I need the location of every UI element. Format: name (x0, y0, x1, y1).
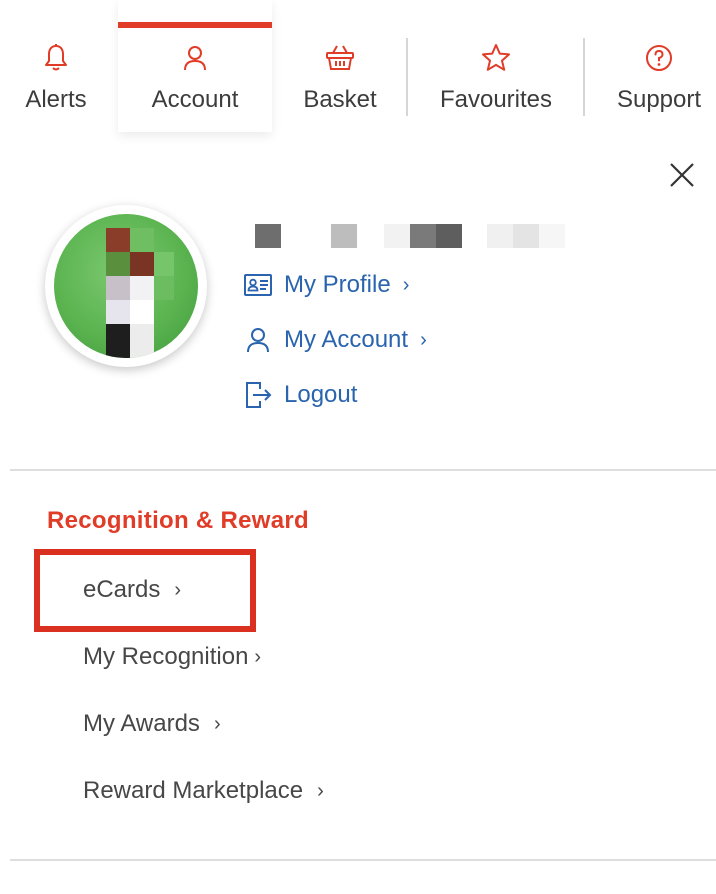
nav-label: Favourites (439, 86, 553, 113)
menu-item-label: My Awards (83, 710, 200, 737)
nav-support[interactable]: Support (596, 0, 716, 132)
close-icon[interactable] (664, 157, 700, 193)
nav-basket[interactable]: Basket (276, 0, 404, 132)
menu-item-my-awards[interactable]: My Awards › (83, 706, 221, 742)
nav-favourites[interactable]: Favourites (408, 0, 584, 132)
section-title: Recognition & Reward (47, 507, 310, 534)
nav-label: Alerts (25, 86, 87, 113)
highlight-box (34, 549, 256, 632)
user-icon (247, 328, 269, 353)
user-icon (184, 46, 206, 71)
avatar-image (54, 214, 198, 358)
id-card-icon (244, 274, 272, 296)
nav-separator (583, 38, 585, 116)
nav-account[interactable]: Account (118, 0, 272, 132)
star-icon (482, 44, 510, 71)
chevron-right-icon: › (213, 712, 221, 735)
section-divider (10, 859, 716, 861)
chevron-right-icon: › (420, 328, 427, 351)
chevron-right-icon: › (254, 645, 262, 668)
nav-alerts[interactable]: Alerts (0, 0, 112, 132)
avatar (45, 205, 207, 367)
chevron-right-icon: › (317, 779, 324, 802)
logout-icon (246, 382, 272, 408)
nav-label: Account (151, 86, 239, 113)
chevron-right-icon: › (402, 273, 410, 296)
my-account-label: My Account (284, 326, 409, 353)
menu-item-label: My Recognition (83, 643, 249, 670)
menu-item-reward-marketplace[interactable]: Reward Marketplace › (83, 773, 324, 809)
menu-item-my-recognition[interactable]: My Recognition › (83, 639, 261, 675)
section-divider (10, 469, 716, 471)
basket-icon (326, 45, 354, 70)
nav-label: Basket (303, 86, 377, 113)
my-profile-link[interactable]: My Profile › (242, 265, 409, 305)
top-nav: Alerts Account Basket Favourites Support (0, 0, 716, 135)
my-profile-label: My Profile (284, 271, 391, 298)
active-tab-indicator (118, 22, 272, 28)
nav-label: Support (616, 86, 702, 113)
user-name-redacted (253, 222, 573, 250)
logout-link[interactable]: Logout (242, 375, 357, 415)
bell-icon (45, 44, 67, 71)
menu-item-label: Reward Marketplace (83, 777, 304, 804)
help-icon (646, 45, 672, 71)
logout-label: Logout (284, 381, 358, 408)
my-account-link[interactable]: My Account › (242, 320, 427, 360)
